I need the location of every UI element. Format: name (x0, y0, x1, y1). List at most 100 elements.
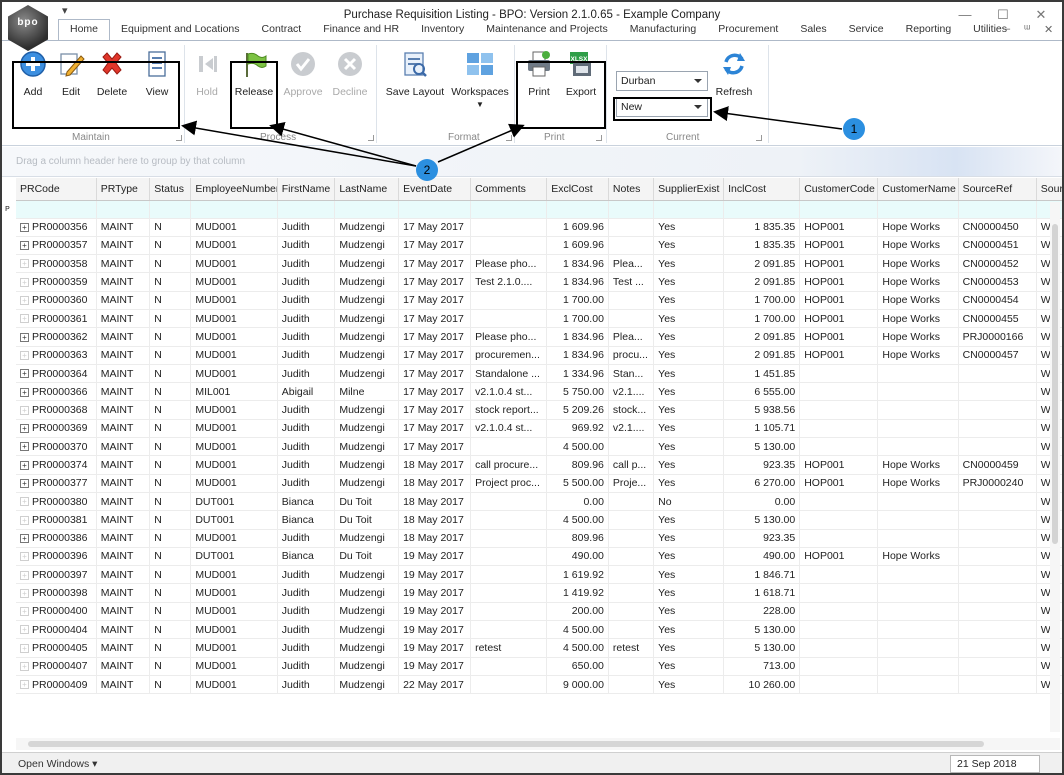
cell-inclcost[interactable]: 490.00 (723, 547, 801, 567)
cell-employeenumber[interactable]: MUD001 (190, 657, 278, 676)
cell-status[interactable]: N (149, 419, 192, 439)
tab-equipment-and-locations[interactable]: Equipment and Locations (110, 20, 251, 40)
cell-customername[interactable]: Hope Works (877, 474, 959, 493)
cell-notes[interactable]: procu... (608, 346, 655, 365)
cell-customername[interactable]: Hope Works (877, 218, 959, 237)
auto-filter-row[interactable] (16, 200, 1062, 219)
cell-eventdate[interactable]: 19 May 2017 (398, 620, 472, 640)
cell-status[interactable]: N (149, 236, 192, 256)
cell-employeenumber[interactable]: MUD001 (190, 455, 278, 475)
cell-status[interactable]: N (149, 364, 192, 384)
decline-button[interactable]: Decline (330, 49, 370, 98)
cell-status[interactable]: N (149, 327, 192, 347)
cell-lastname[interactable]: Mudzengi (334, 419, 400, 439)
cell-comments[interactable]: Please pho... (470, 327, 548, 347)
cell-supplierexist[interactable]: Yes (653, 419, 725, 439)
column-header-customercode[interactable]: CustomerCode (799, 178, 879, 201)
table-row[interactable]: + PR0000359 MAINT N MUD001 Judith Mudzengi 17 M… (16, 272, 1062, 292)
cell-sourceref[interactable]: CN0000459 (958, 455, 1037, 475)
cell-firstname[interactable]: Judith (277, 620, 336, 640)
cell-exclcost[interactable]: 1 419.92 (546, 583, 609, 603)
cell-supplierexist[interactable]: Yes (653, 346, 725, 365)
cell-firstname[interactable]: Judith (277, 218, 336, 237)
cell-prcode[interactable]: + PR0000396 (16, 547, 97, 567)
cell-customercode[interactable] (799, 620, 879, 640)
cell-notes[interactable] (608, 547, 655, 567)
cell-supplierexist[interactable]: Yes (653, 455, 725, 475)
cell-eventdate[interactable]: 18 May 2017 (398, 510, 472, 530)
cell-exclcost[interactable]: 0.00 (546, 492, 609, 512)
cell-status[interactable]: N (149, 254, 192, 274)
cell-firstname[interactable]: Judith (277, 602, 336, 622)
cell-exclcost[interactable]: 1 334.96 (546, 364, 609, 384)
cell-supplierexist[interactable]: Yes (653, 236, 725, 256)
cell-eventdate[interactable]: 17 May 2017 (398, 309, 472, 329)
cell-prcode[interactable]: + PR0000409 (16, 675, 97, 695)
cell-inclcost[interactable]: 5 130.00 (723, 638, 801, 658)
cell-supplierexist[interactable]: No (653, 492, 725, 512)
cell-comments[interactable]: call procure... (470, 455, 548, 475)
cell-prtype[interactable]: MAINT (96, 492, 151, 512)
cell-customername[interactable]: Hope Works (877, 547, 959, 567)
cell-inclcost[interactable]: 5 938.56 (723, 400, 801, 420)
cell-customername[interactable] (877, 565, 959, 585)
cell-customercode[interactable]: HOP001 (799, 346, 879, 365)
cell-prtype[interactable]: MAINT (96, 638, 151, 658)
cell-firstname[interactable]: Judith (277, 309, 336, 329)
process-group-launcher[interactable] (368, 135, 374, 141)
cell-firstname[interactable]: Judith (277, 346, 336, 365)
table-row[interactable]: + PR0000370 MAINT N MUD001 Judith Mudzengi 17 M… (16, 437, 1062, 457)
cell-comments[interactable] (470, 309, 548, 329)
cell-customername[interactable] (877, 382, 959, 402)
cell-sourceref[interactable] (958, 529, 1037, 548)
cell-lastname[interactable]: Mudzengi (334, 272, 400, 292)
cell-prtype[interactable]: MAINT (96, 437, 151, 457)
table-row[interactable]: + PR0000363 MAINT N MUD001 Judith Mudzengi 17 M… (16, 346, 1062, 365)
cell-prtype[interactable]: MAINT (96, 583, 151, 603)
cell-prtype[interactable]: MAINT (96, 218, 151, 237)
cell-lastname[interactable]: Mudzengi (334, 602, 400, 622)
cell-exclcost[interactable]: 1 609.96 (546, 236, 609, 256)
cell-employeenumber[interactable]: MUD001 (190, 327, 278, 347)
cell-lastname[interactable]: Mudzengi (334, 474, 400, 493)
cell-prtype[interactable]: MAINT (96, 620, 151, 640)
cell-prtype[interactable]: MAINT (96, 272, 151, 292)
column-header-status[interactable]: Status (149, 178, 192, 201)
cell-prcode[interactable]: + PR0000381 (16, 510, 97, 530)
column-header-eventdate[interactable]: EventDate (398, 178, 472, 201)
cell-exclcost[interactable]: 1 834.96 (546, 254, 609, 274)
cell-customername[interactable]: Hope Works (877, 272, 959, 292)
current-group-launcher[interactable] (756, 135, 762, 141)
cell-status[interactable]: N (149, 346, 192, 365)
table-row[interactable]: + PR0000357 MAINT N MUD001 Judith Mudzengi 17 M… (16, 236, 1062, 256)
table-row[interactable]: + PR0000407 MAINT N MUD001 Judith Mudzengi 19 M… (16, 657, 1062, 676)
cell-inclcost[interactable]: 228.00 (723, 602, 801, 622)
cell-sourceref[interactable]: CN0000455 (958, 309, 1037, 329)
cell-exclcost[interactable]: 969.92 (546, 419, 609, 439)
cell-prcode[interactable]: + PR0000405 (16, 638, 97, 658)
cell-customercode[interactable] (799, 638, 879, 658)
cell-supplierexist[interactable]: Yes (653, 565, 725, 585)
cell-supplierexist[interactable]: Yes (653, 309, 725, 329)
cell-supplierexist[interactable]: Yes (653, 602, 725, 622)
cell-comments[interactable] (470, 620, 548, 640)
cell-inclcost[interactable]: 6 555.00 (723, 382, 801, 402)
cell-employeenumber[interactable]: MUD001 (190, 400, 278, 420)
format-group-launcher[interactable] (506, 135, 512, 141)
cell-customercode[interactable] (799, 437, 879, 457)
cell-inclcost[interactable]: 2 091.85 (723, 346, 801, 365)
cell-customercode[interactable] (799, 657, 879, 676)
cell-customername[interactable] (877, 638, 959, 658)
cell-prcode[interactable]: + PR0000380 (16, 492, 97, 512)
cell-employeenumber[interactable]: MUD001 (190, 236, 278, 256)
cell-inclcost[interactable]: 1 105.71 (723, 419, 801, 439)
filter-cell[interactable] (958, 200, 1037, 219)
cell-exclcost[interactable]: 1 609.96 (546, 218, 609, 237)
cell-prtype[interactable]: MAINT (96, 675, 151, 695)
cell-comments[interactable]: Test 2.1.0.... (470, 272, 548, 292)
cell-notes[interactable] (608, 529, 655, 548)
hold-button[interactable]: Hold (192, 49, 222, 98)
cell-comments[interactable] (470, 675, 548, 695)
group-by-panel[interactable]: Drag a column header here to group by th… (2, 147, 1062, 177)
filter-cell[interactable] (653, 200, 725, 219)
